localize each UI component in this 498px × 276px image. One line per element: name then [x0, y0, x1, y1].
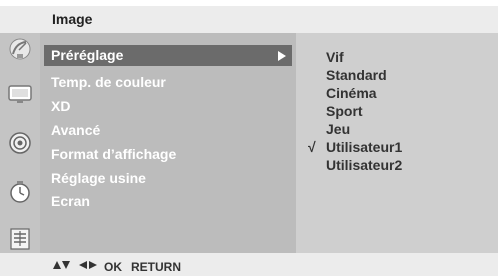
menu-item-label: XD — [51, 98, 71, 114]
menu-item-label: Temp. de couleur — [51, 74, 166, 90]
submenu-item-standard[interactable]: Standard — [326, 66, 387, 84]
main-menu-panel: Préréglage Temp. de couleur XD Avancé Fo… — [40, 33, 296, 253]
submenu-item-cinema[interactable]: Cinéma — [326, 84, 377, 102]
clock-icon[interactable] — [6, 178, 34, 206]
menu-item-label: Préréglage — [51, 47, 124, 63]
title-bar: Image — [0, 6, 498, 33]
tv-screen-icon[interactable] — [6, 79, 34, 107]
menu-item-label: Réglage usine — [51, 170, 146, 186]
submenu-panel: Vif Standard Cinéma Sport Jeu √ Utilisat… — [296, 33, 498, 253]
menu-item-label: Avancé — [51, 122, 101, 138]
ok-hint: OK — [104, 260, 122, 274]
menu-item-xd[interactable]: XD — [44, 96, 292, 117]
checkmark-icon: √ — [308, 139, 316, 155]
category-icon-column — [0, 33, 40, 253]
right-arrow-icon — [89, 261, 97, 269]
menu-item-temp-couleur[interactable]: Temp. de couleur — [44, 72, 292, 93]
submenu-arrow-icon — [278, 51, 286, 61]
submenu-item-label: Utilisateur1 — [326, 139, 403, 155]
menu-item-avance[interactable]: Avancé — [44, 120, 292, 141]
return-hint: RETURN — [131, 260, 181, 274]
menu-item-label: Format d’affichage — [51, 146, 177, 162]
settings-list-icon[interactable] — [6, 225, 34, 253]
menu-item-label: Ecran — [51, 193, 90, 209]
menu-item-prereglage[interactable]: Préréglage — [44, 45, 292, 66]
navigation-hint-bar: OK RETURN — [0, 253, 498, 276]
submenu-item-utilisateur2[interactable]: Utilisateur2 — [326, 156, 402, 174]
up-arrow-icon — [53, 261, 61, 269]
submenu-item-jeu[interactable]: Jeu — [326, 120, 350, 138]
submenu-item-vif[interactable]: Vif — [326, 48, 344, 66]
menu-item-format-affichage[interactable]: Format d’affichage — [44, 144, 292, 165]
osd-menu: Image Préréglage Temp. de couleur XD Ava… — [0, 0, 498, 276]
down-arrow-icon — [62, 261, 70, 269]
menu-item-ecran[interactable]: Ecran — [44, 191, 292, 212]
speaker-icon[interactable] — [6, 129, 34, 157]
submenu-item-sport[interactable]: Sport — [326, 102, 363, 120]
menu-item-reglage-usine[interactable]: Réglage usine — [44, 168, 292, 189]
satellite-dish-icon[interactable] — [6, 35, 34, 63]
submenu-item-utilisateur1[interactable]: √ Utilisateur1 — [308, 138, 403, 156]
left-arrow-icon — [79, 261, 87, 269]
menu-title: Image — [52, 11, 93, 27]
